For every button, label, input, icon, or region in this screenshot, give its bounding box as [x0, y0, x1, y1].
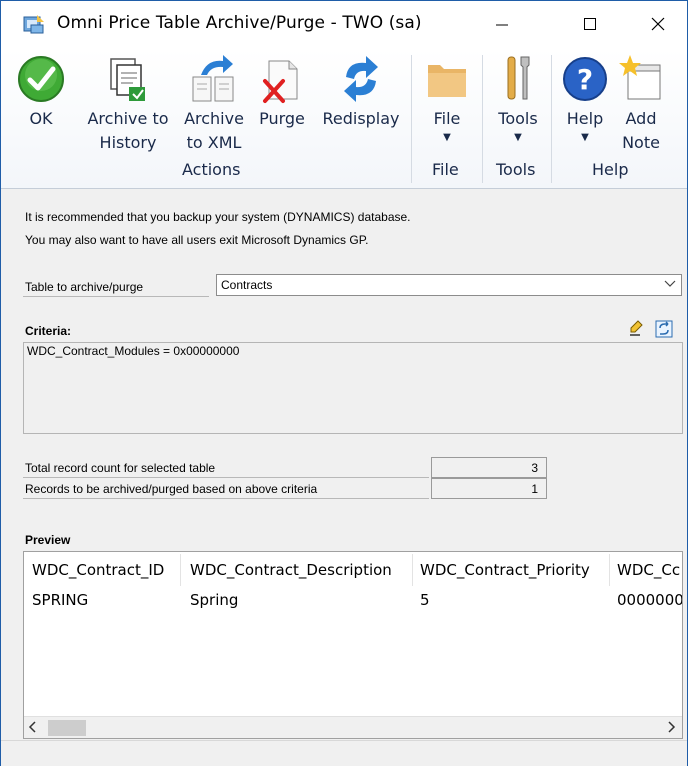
maximize-icon — [584, 18, 596, 30]
row-underline — [23, 498, 429, 499]
file-label: File — [433, 109, 461, 128]
column-divider — [412, 554, 413, 586]
total-count-value: 3 — [431, 457, 547, 478]
criteria-label: Criteria: — [25, 324, 72, 338]
help-menu-button[interactable]: ? Help ▼ — [557, 49, 613, 145]
scrollbar-thumb[interactable] — [48, 720, 86, 736]
archive-xml-label-2: to XML — [186, 133, 242, 152]
archive-history-icon — [110, 58, 145, 101]
column-divider — [180, 554, 181, 586]
ok-label: OK — [29, 109, 53, 128]
ribbon-separator — [411, 55, 412, 183]
horizontal-scrollbar[interactable] — [24, 716, 682, 738]
status-bar — [1, 740, 687, 766]
column-header[interactable]: WDC_Contract_Priority — [420, 561, 590, 579]
title-bar: Omni Price Table Archive/Purge - TWO (sa… — [1, 1, 687, 49]
table-cell: SPRING — [32, 591, 89, 609]
group-label-tools: Tools — [496, 160, 536, 179]
redisplay-label: Redisplay — [322, 109, 400, 128]
note-icon — [619, 55, 661, 100]
record-count-table: Total record count for selected table 3 … — [23, 457, 547, 499]
backup-notice: It is recommended that you backup your s… — [25, 210, 411, 224]
table-select-value: Contracts — [221, 278, 273, 292]
table-select-dropdown[interactable]: Contracts — [216, 274, 682, 296]
ribbon-separator — [482, 55, 483, 183]
criteria-toolbar — [627, 320, 677, 338]
column-header[interactable]: WDC_Contract_ID — [32, 561, 164, 579]
exit-users-notice: You may also want to have all users exit… — [25, 233, 369, 247]
archive-to-xml-button[interactable]: Archive to XML — [179, 49, 249, 155]
preview-header-row: WDC_Contract_ID WDC_Contract_Description… — [24, 552, 682, 588]
refresh-icon — [344, 56, 378, 102]
main-content: It is recommended that you backup your s… — [1, 190, 687, 766]
purge-button[interactable]: Purge — [253, 49, 311, 131]
maximize-button[interactable] — [567, 1, 613, 47]
clear-criteria-icon[interactable] — [655, 320, 673, 338]
ok-button[interactable]: OK — [9, 49, 73, 131]
add-note-button[interactable]: Add Note — [613, 49, 669, 155]
group-label-actions: Actions — [182, 160, 241, 179]
criteria-textbox[interactable]: WDC_Contract_Modules = 0x00000000 — [23, 342, 683, 434]
archive-xml-icon — [192, 55, 234, 102]
column-header[interactable]: WDC_Contract_Description — [190, 561, 392, 579]
minimize-button[interactable] — [479, 1, 525, 47]
help-icon: ? — [563, 57, 607, 101]
archive-to-history-button[interactable]: Archive to History — [79, 49, 177, 155]
folder-icon — [428, 65, 466, 97]
close-icon — [651, 17, 665, 31]
purge-icon — [263, 60, 298, 103]
ribbon-separator — [551, 55, 552, 183]
svg-text:?: ? — [577, 63, 593, 96]
scroll-left-icon[interactable] — [28, 719, 38, 738]
preview-grid[interactable]: WDC_Contract_ID WDC_Contract_Description… — [23, 551, 683, 739]
table-cell: 5 — [420, 591, 430, 609]
checkmark-icon — [18, 56, 64, 102]
purge-label: Purge — [259, 109, 305, 128]
help-label: Help — [566, 109, 604, 128]
archive-purge-window: Omni Price Table Archive/Purge - TWO (sa… — [0, 0, 688, 766]
add-note-label-2: Note — [622, 133, 660, 152]
label-underline — [23, 296, 209, 297]
archive-xml-label-1: Archive — [184, 109, 244, 128]
table-cell: Spring — [190, 591, 239, 609]
file-dropdown-icon: ▼ — [443, 132, 451, 143]
app-icon — [23, 15, 44, 34]
preview-label: Preview — [25, 533, 71, 547]
group-label-file: File — [432, 160, 459, 179]
archive-count-label: Records to be archived/purged based on a… — [25, 482, 318, 496]
close-button[interactable] — [635, 1, 681, 47]
table-select-label: Table to archive/purge — [25, 280, 144, 294]
archive-history-label-2: History — [99, 133, 157, 152]
table-row[interactable]: SPRING Spring 5 0000000 — [24, 588, 682, 612]
tools-label: Tools — [498, 109, 538, 128]
tools-icon — [507, 56, 530, 100]
tools-dropdown-icon: ▼ — [514, 132, 522, 143]
minimize-icon — [496, 24, 508, 26]
archive-count-row: Records to be archived/purged based on a… — [23, 478, 547, 499]
redisplay-button[interactable]: Redisplay — [315, 49, 407, 131]
scroll-right-icon[interactable] — [666, 719, 676, 738]
chevron-down-icon — [664, 276, 676, 293]
archive-history-label-1: Archive to — [87, 109, 169, 128]
file-menu-button[interactable]: File ▼ — [419, 49, 475, 145]
total-count-label: Total record count for selected table — [25, 461, 216, 475]
archive-count-value: 1 — [431, 478, 547, 499]
window-title: Omni Price Table Archive/Purge - TWO (sa… — [57, 13, 422, 33]
total-count-row: Total record count for selected table 3 — [23, 457, 547, 478]
add-note-label-1: Add — [625, 109, 657, 128]
edit-criteria-icon[interactable] — [629, 320, 643, 336]
column-header[interactable]: WDC_Cc — [617, 561, 680, 579]
table-cell: 0000000 — [617, 591, 683, 609]
tools-menu-button[interactable]: Tools ▼ — [489, 49, 547, 145]
criteria-text: WDC_Contract_Modules = 0x00000000 — [27, 344, 240, 358]
group-label-help: Help — [592, 160, 629, 179]
help-dropdown-icon: ▼ — [581, 132, 589, 143]
column-divider — [609, 554, 610, 586]
ribbon-toolbar: OK Archive to History Archive to XML Pur… — [1, 49, 687, 189]
